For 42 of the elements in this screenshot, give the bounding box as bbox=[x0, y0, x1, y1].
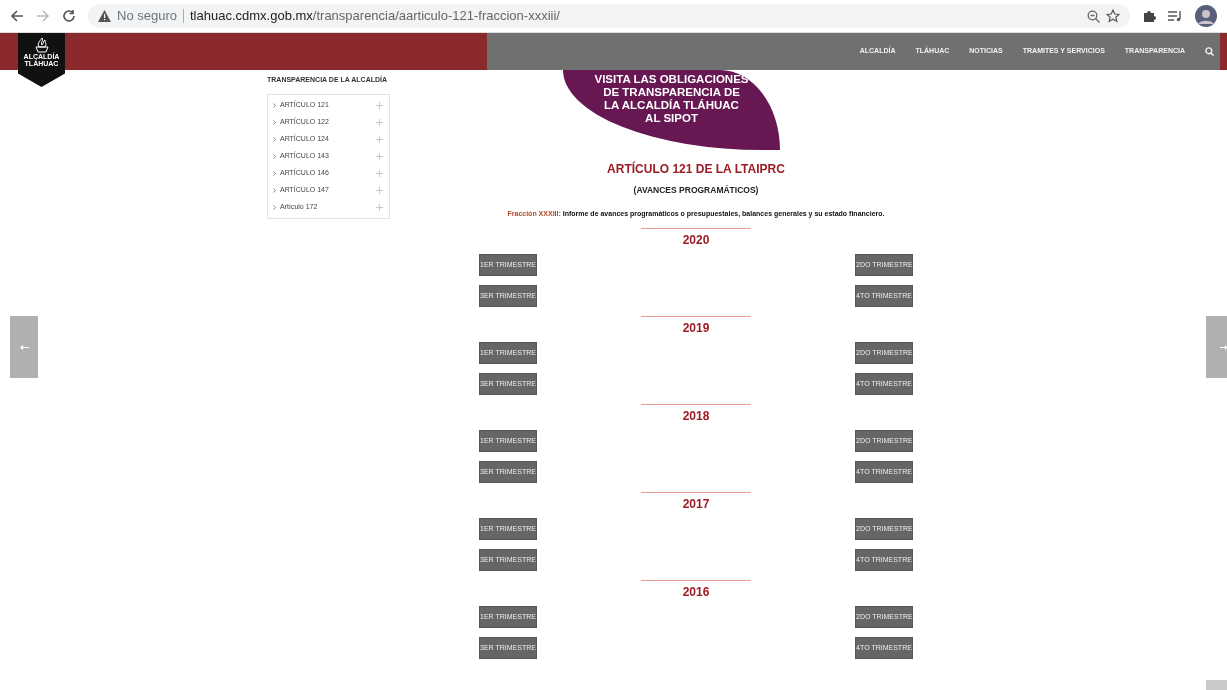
year-heading: 2018 bbox=[681, 408, 711, 425]
address-bar[interactable]: No seguro tlahuac.cdmx.gob.mx/transparencia/aarticulo-121-fraccion-xxxiii/ bbox=[88, 4, 1130, 28]
back-icon[interactable] bbox=[10, 9, 24, 23]
plus-icon[interactable] bbox=[376, 135, 383, 143]
security-label: No seguro bbox=[117, 7, 177, 26]
plus-icon[interactable] bbox=[376, 203, 383, 211]
header-accent bbox=[1220, 33, 1227, 70]
star-icon[interactable] bbox=[1106, 9, 1120, 23]
arrow-right-icon bbox=[1220, 344, 1227, 350]
flame-icon bbox=[32, 37, 51, 53]
scroll-top-button[interactable] bbox=[1206, 680, 1227, 690]
next-button[interactable] bbox=[1206, 316, 1227, 378]
plus-icon[interactable] bbox=[376, 118, 383, 126]
url-text: tlahuac.cdmx.gob.mx/transparencia/aarticulo-121-fraccion-xxxiii/ bbox=[190, 7, 560, 26]
chevron-icon bbox=[273, 170, 276, 176]
reload-icon[interactable] bbox=[62, 9, 76, 23]
chevron-icon bbox=[273, 204, 276, 210]
arrow-left-icon bbox=[19, 344, 29, 350]
chevron-icon bbox=[273, 187, 276, 193]
plus-icon[interactable] bbox=[376, 101, 383, 109]
plus-icon[interactable] bbox=[376, 152, 383, 160]
article-title: ARTÍCULO 121 DE LA LTAIPRC bbox=[606, 160, 786, 178]
forward-icon[interactable] bbox=[36, 9, 50, 23]
sipot-banner[interactable]: VISITA LAS OBLIGACIONES DE TRANSPARENCIA DE LA ALCALDÍA TLÁHUAC AL SIPOT bbox=[563, 70, 780, 150]
plus-icon[interactable] bbox=[376, 186, 383, 194]
search-icon[interactable] bbox=[1205, 47, 1214, 56]
playlist-icon[interactable] bbox=[1168, 10, 1183, 22]
chevron-icon bbox=[273, 119, 276, 125]
chevron-icon bbox=[273, 102, 276, 108]
article-subtitle: (AVANCES PROGRAMÁTICOS) bbox=[632, 184, 760, 197]
year-heading: 2020 bbox=[681, 232, 711, 249]
year-heading: 2016 bbox=[681, 584, 711, 601]
warning-icon bbox=[98, 10, 111, 22]
chevron-icon bbox=[273, 153, 276, 159]
year-heading: 2019 bbox=[681, 320, 711, 337]
avatar-icon[interactable] bbox=[1195, 5, 1217, 27]
year-heading: 2017 bbox=[681, 496, 711, 513]
zoom-icon[interactable] bbox=[1087, 9, 1100, 23]
puzzle-icon[interactable] bbox=[1142, 9, 1156, 23]
previous-button[interactable] bbox=[10, 316, 38, 378]
plus-icon[interactable] bbox=[376, 169, 383, 177]
chevron-icon bbox=[273, 136, 276, 142]
